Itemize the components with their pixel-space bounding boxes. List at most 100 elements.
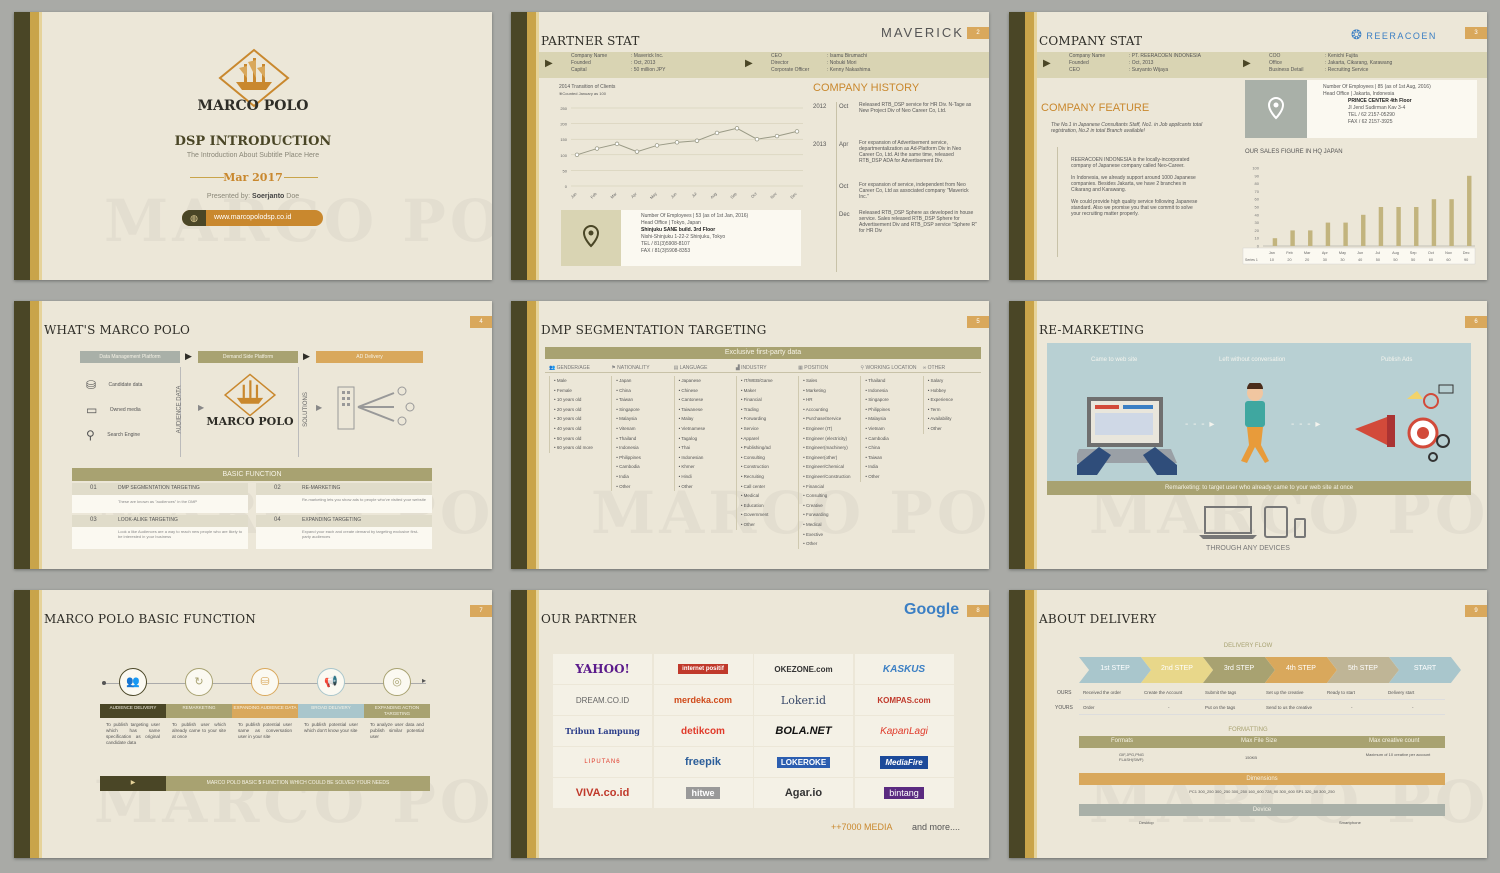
segment-item[interactable]: • Taiwanese bbox=[679, 405, 732, 415]
partner-logo-cell[interactable]: KASKUS bbox=[854, 654, 954, 684]
segment-item[interactable]: • Singapore bbox=[865, 395, 918, 405]
segment-item[interactable]: • Engineer(other) bbox=[803, 453, 856, 463]
segment-item[interactable]: • Other bbox=[928, 424, 981, 434]
partner-logo-cell[interactable]: OKEZONE.com bbox=[754, 654, 853, 684]
partner-logo-cell[interactable]: merdeka.com bbox=[653, 685, 753, 715]
partner-logo-cell[interactable]: LOKEROKE bbox=[754, 747, 853, 777]
partner-logo-cell[interactable]: internet positif bbox=[653, 654, 753, 684]
segment-item[interactable]: • Vietnamese bbox=[679, 424, 732, 434]
slide-whats-marco-polo[interactable]: MARCO POLO WHAT'S MARCO POLO 4 Data Mana… bbox=[14, 301, 492, 569]
partner-logo-cell[interactable]: Agar.io bbox=[754, 778, 853, 808]
segment-item[interactable]: • Malaysia bbox=[865, 414, 918, 424]
segment-item[interactable]: • Marketing bbox=[803, 386, 856, 396]
segment-item[interactable]: • Trading bbox=[741, 405, 794, 415]
segment-item[interactable]: • 30 years old bbox=[554, 414, 607, 424]
segment-item[interactable]: • Indonesia bbox=[616, 443, 669, 453]
segment-item[interactable]: • Malay bbox=[679, 414, 732, 424]
segment-item[interactable]: • Accounting bbox=[803, 405, 856, 415]
segment-item[interactable]: • Cambodia bbox=[616, 462, 669, 472]
segment-item[interactable]: • Japanese bbox=[679, 376, 732, 386]
segment-item[interactable]: • Government bbox=[741, 510, 794, 520]
segment-item[interactable]: • IT/WEB/Game bbox=[741, 376, 794, 386]
segment-item[interactable]: • Engineer (electricity) bbox=[803, 434, 856, 444]
website-url-button[interactable]: ◍ www.marcopolodsp.co.id bbox=[182, 210, 323, 226]
partner-logo-cell[interactable]: hitwe bbox=[653, 778, 753, 808]
segment-item[interactable]: • Khmer bbox=[679, 462, 732, 472]
segment-item[interactable]: • Engineer/Construction bbox=[803, 472, 856, 482]
segment-item[interactable]: • Thailand bbox=[616, 434, 669, 444]
partner-logo-cell[interactable]: DREAM.CO.ID bbox=[553, 685, 652, 715]
segment-item[interactable]: • India bbox=[865, 462, 918, 472]
partner-logo-cell[interactable]: bintang bbox=[854, 778, 954, 808]
segment-item[interactable]: • Purchase/Service bbox=[803, 414, 856, 424]
partner-logo-cell[interactable]: BOLA.NET bbox=[754, 716, 853, 746]
segment-item[interactable]: • Other bbox=[803, 539, 856, 549]
partner-logo-cell[interactable]: freepik bbox=[653, 747, 753, 777]
segment-item[interactable]: • Vietnam bbox=[865, 424, 918, 434]
segment-item[interactable]: • Salary bbox=[928, 376, 981, 386]
segment-item[interactable]: • Medical bbox=[803, 520, 856, 530]
segment-item[interactable]: • Apparel bbox=[741, 434, 794, 444]
play-button[interactable]: ▶ bbox=[100, 776, 166, 791]
segment-item[interactable]: • Service bbox=[741, 424, 794, 434]
segment-item[interactable]: • HR bbox=[803, 395, 856, 405]
segment-item[interactable]: • Forwarding bbox=[741, 414, 794, 424]
segment-item[interactable]: • Philippines bbox=[865, 405, 918, 415]
segment-item[interactable]: • Exective bbox=[803, 530, 856, 540]
segment-item[interactable]: • China bbox=[616, 386, 669, 396]
segment-item[interactable]: • Indonesia bbox=[865, 386, 918, 396]
slide-our-partner[interactable]: OUR PARTNER Google 8 YAHOO! internet posi… bbox=[511, 590, 989, 858]
segment-item[interactable]: • Japan bbox=[616, 376, 669, 386]
partner-logo-cell[interactable]: Tribun Lampung bbox=[553, 716, 652, 746]
segment-item[interactable]: • Female bbox=[554, 386, 607, 396]
segment-item[interactable]: • Cambodia bbox=[865, 434, 918, 444]
segment-item[interactable]: • Other bbox=[865, 472, 918, 482]
slide-basic-function[interactable]: MARCO POLO MARCO POLO BASIC FUNCTION 7 👥… bbox=[14, 590, 492, 858]
segment-item[interactable]: • Tagalog bbox=[679, 434, 732, 444]
segment-item[interactable]: • Consulting bbox=[741, 453, 794, 463]
partner-logo-cell[interactable]: YAHOO! bbox=[553, 654, 652, 684]
slide-re-marketing[interactable]: MARCO POLO RE-MARKETING 6 Came to web si… bbox=[1009, 301, 1487, 569]
segment-item[interactable]: • Publishing/ad bbox=[741, 443, 794, 453]
partner-logo-cell[interactable]: KapanLagi bbox=[854, 716, 954, 746]
segment-item[interactable]: • Experience bbox=[928, 395, 981, 405]
segment-item[interactable]: • Call center bbox=[741, 482, 794, 492]
segment-item[interactable]: • Vitenam bbox=[616, 424, 669, 434]
slide-about-delivery[interactable]: MARCO POLO ABOUT DELIVERY 9 DELIVERY FLO… bbox=[1009, 590, 1487, 858]
segment-item[interactable]: • Creative bbox=[803, 501, 856, 511]
segment-item[interactable]: • Maker bbox=[741, 386, 794, 396]
segment-item[interactable]: • Term bbox=[928, 405, 981, 415]
segment-item[interactable]: • Sales bbox=[803, 376, 856, 386]
segment-item[interactable]: • Financial bbox=[741, 395, 794, 405]
segment-item[interactable]: • Consulting bbox=[803, 491, 856, 501]
segment-item[interactable]: • 10 years old bbox=[554, 395, 607, 405]
segment-item[interactable]: • Taiwan bbox=[616, 395, 669, 405]
segment-item[interactable]: • Education bbox=[741, 501, 794, 511]
partner-logo-cell[interactable]: VIVA.co.id bbox=[553, 778, 652, 808]
segment-item[interactable]: • 60 years old more bbox=[554, 443, 607, 453]
segment-item[interactable]: • 20 years old bbox=[554, 405, 607, 415]
slide-partner-stat[interactable]: PARTNER STAT MAVERICK 2 ▶ Company Name Fo… bbox=[511, 12, 989, 280]
segment-item[interactable]: • Availability bbox=[928, 414, 981, 424]
partner-logo-cell[interactable]: KOMPAS.com bbox=[854, 685, 954, 715]
segment-item[interactable]: • Engineer (IT) bbox=[803, 424, 856, 434]
segment-item[interactable]: • Hindi bbox=[679, 472, 732, 482]
segment-item[interactable]: • 40 years old bbox=[554, 424, 607, 434]
segment-item[interactable]: • Thai bbox=[679, 443, 732, 453]
segment-item[interactable]: • Male bbox=[554, 376, 607, 386]
segment-item[interactable]: • Taiwan bbox=[865, 453, 918, 463]
segment-item[interactable]: • Recruiting bbox=[741, 472, 794, 482]
slide-dmp-segmentation[interactable]: MARCO POLO DMP SEGMENTATION TARGETING 5 … bbox=[511, 301, 989, 569]
partner-logo-cell[interactable]: LIPUTAN6 bbox=[553, 747, 652, 777]
segment-item[interactable]: • India bbox=[616, 472, 669, 482]
partner-logo-cell[interactable]: detikcom bbox=[653, 716, 753, 746]
slide-dsp-introduction[interactable]: MARCO POLO MARCO POLO DSP INTRODUCTION T… bbox=[14, 12, 492, 280]
segment-item[interactable]: • Engineer(machinery) bbox=[803, 443, 856, 453]
segment-item[interactable]: • Philippines bbox=[616, 453, 669, 463]
segment-item[interactable]: • Financial bbox=[803, 482, 856, 492]
partner-logo-cell[interactable]: MediaFire bbox=[854, 747, 954, 777]
slide-company-stat[interactable]: COMPANY STAT ❂ REERACOEN 3 ▶ Company Nam… bbox=[1009, 12, 1487, 280]
segment-item[interactable]: • 50 years old bbox=[554, 434, 607, 444]
segment-item[interactable]: • Engineer/Chemical bbox=[803, 462, 856, 472]
segment-item[interactable]: • Chinese bbox=[679, 386, 732, 396]
